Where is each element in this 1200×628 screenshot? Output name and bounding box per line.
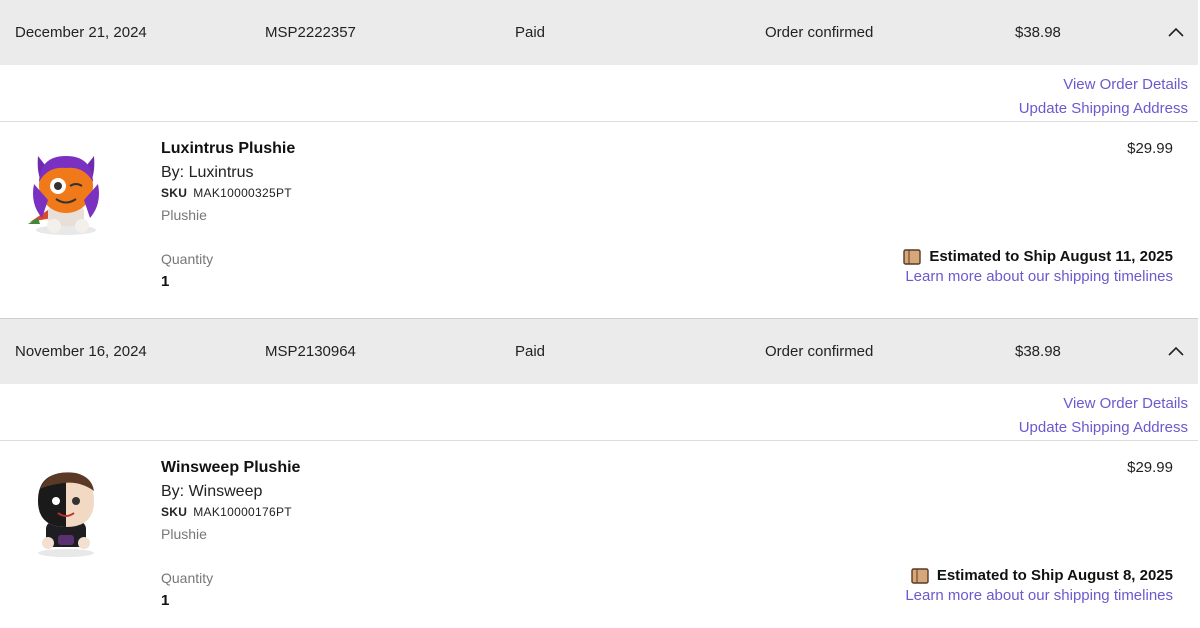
sku-value: MAK10000176PT xyxy=(193,505,292,519)
product-type: Plushie xyxy=(161,207,207,223)
product-type: Plushie xyxy=(161,526,207,542)
product-creator: By: Winsweep xyxy=(161,483,263,500)
order-item: Luxintrus Plushie By: Luxintrus SKU MAK10… xyxy=(0,122,1198,318)
update-shipping-address-link[interactable]: Update Shipping Address xyxy=(1019,416,1188,440)
sku-label: SKU xyxy=(161,505,188,519)
order-number: MSP2130964 xyxy=(265,343,356,360)
quantity-value: 1 xyxy=(161,273,170,290)
product-sku: SKU MAK10000325PT xyxy=(161,186,292,200)
box-icon xyxy=(911,567,929,584)
view-order-details-link[interactable]: View Order Details xyxy=(1019,73,1188,97)
shipping-timelines-link[interactable]: Learn more about our shipping timelines xyxy=(903,268,1173,285)
quantity-label: Quantity xyxy=(161,570,214,586)
sku-value: MAK10000325PT xyxy=(193,186,292,200)
payment-status: Paid xyxy=(515,343,546,360)
ship-estimate-line: Estimated to Ship August 11, 2025 xyxy=(903,248,1173,265)
order-status: Order confirmed xyxy=(765,343,874,360)
shipping-estimate: Estimated to Ship August 8, 2025 Learn m… xyxy=(905,567,1173,604)
product-image[interactable] xyxy=(18,144,114,240)
box-icon xyxy=(903,248,922,265)
order-card: December 21, 2024 MSP2222357 Paid Order … xyxy=(0,0,1198,318)
chevron-up-icon[interactable] xyxy=(1166,22,1186,42)
order-status: Order confirmed xyxy=(765,24,874,41)
order-links: View Order Details Update Shipping Addre… xyxy=(1019,73,1188,121)
quantity-value: 1 xyxy=(161,592,170,609)
item-price: $29.99 xyxy=(1127,459,1173,476)
order-header[interactable]: November 16, 2024 MSP2130964 Paid Order … xyxy=(0,319,1198,384)
ship-estimate-line: Estimated to Ship August 8, 2025 xyxy=(905,567,1173,584)
shipping-estimate: Estimated to Ship August 11, 2025 Learn … xyxy=(903,248,1173,285)
order-date: November 16, 2024 xyxy=(15,343,147,360)
order-date: December 21, 2024 xyxy=(15,24,147,41)
product-sku: SKU MAK10000176PT xyxy=(161,505,292,519)
update-shipping-address-link[interactable]: Update Shipping Address xyxy=(1019,97,1188,121)
quantity-label: Quantity xyxy=(161,251,214,267)
order-card: November 16, 2024 MSP2130964 Paid Order … xyxy=(0,319,1198,628)
order-links: View Order Details Update Shipping Addre… xyxy=(1019,392,1188,440)
product-creator: By: Luxintrus xyxy=(161,164,254,181)
order-header[interactable]: December 21, 2024 MSP2222357 Paid Order … xyxy=(0,0,1198,65)
product-image[interactable] xyxy=(18,463,114,559)
view-order-details-link[interactable]: View Order Details xyxy=(1019,392,1188,416)
order-total: $38.98 xyxy=(1015,343,1061,360)
payment-status: Paid xyxy=(515,24,546,41)
sku-label: SKU xyxy=(161,186,188,200)
order-item: Winsweep Plushie By: Winsweep SKU MAK1000… xyxy=(0,441,1198,628)
ship-estimate-text: Estimated to Ship August 8, 2025 xyxy=(936,567,1173,584)
product-name[interactable]: Luxintrus Plushie xyxy=(161,140,295,158)
shipping-timelines-link[interactable]: Learn more about our shipping timelines xyxy=(905,587,1173,604)
order-total: $38.98 xyxy=(1015,24,1061,41)
order-number: MSP2222357 xyxy=(265,24,356,41)
ship-estimate-text: Estimated to Ship August 11, 2025 xyxy=(929,248,1173,265)
chevron-up-icon[interactable] xyxy=(1166,341,1186,361)
item-price: $29.99 xyxy=(1127,140,1173,157)
product-name[interactable]: Winsweep Plushie xyxy=(161,459,300,477)
